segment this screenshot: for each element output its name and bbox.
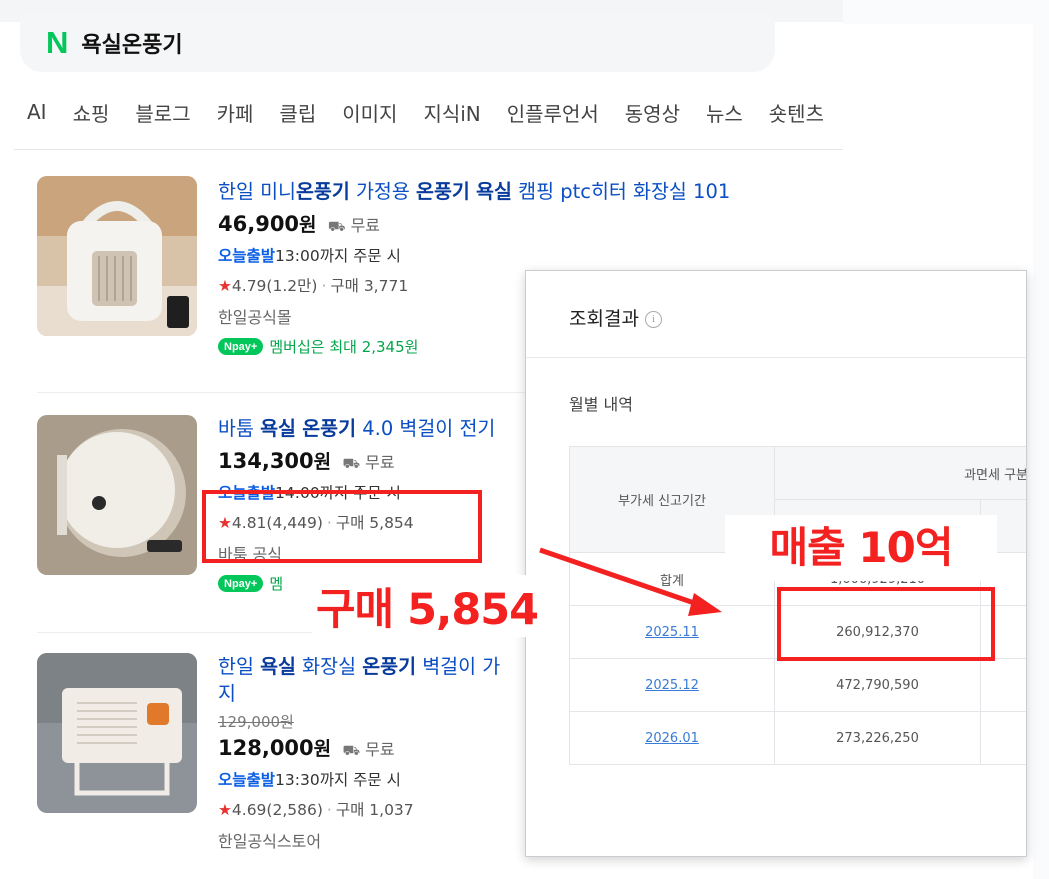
sales-label: 매출 10억 xyxy=(725,515,997,581)
shipping-info: ⛟ 무료 xyxy=(342,740,395,759)
shipping-info: ⛟ 무료 xyxy=(327,216,381,235)
period-cell: 2025.11 xyxy=(569,605,775,659)
delivery-info: 오늘출발13:00까지 주문 시 xyxy=(218,247,401,265)
truck-icon: ⛟ xyxy=(327,219,346,235)
delivery-info: 오늘출발13:30까지 주문 시 xyxy=(218,771,401,789)
period-link[interactable]: 2025.11 xyxy=(645,625,699,640)
table-row: 2026.01 273,226,250 xyxy=(569,711,1026,765)
popup-title: 조회결과 i xyxy=(569,304,662,331)
npay-icon: Npay + xyxy=(218,575,264,592)
tab-blog[interactable]: 블로그 xyxy=(135,98,190,127)
star-icon: ★ xyxy=(218,801,232,819)
truck-icon: ⛟ xyxy=(342,743,361,759)
product-title[interactable]: 바툼 욕실 온풍기 4.0 벽걸이 전기 xyxy=(218,415,495,442)
tab-image[interactable]: 이미지 xyxy=(342,98,397,127)
purchase-label: 구매 5,854 xyxy=(312,575,543,637)
sales-highlight-box xyxy=(777,587,995,661)
col-header: 과면세 구분 xyxy=(774,446,1026,500)
product-image[interactable] xyxy=(37,415,197,575)
tab-news[interactable]: 뉴스 xyxy=(706,98,743,127)
npay-icon: Npay + xyxy=(218,338,264,355)
store-name[interactable]: 한일공식스토어 xyxy=(218,828,500,852)
tab-ai[interactable]: AI xyxy=(27,100,47,124)
product-image[interactable] xyxy=(37,653,197,813)
monthly-label: 월별 내역 xyxy=(569,395,633,414)
rating-info: ★4.69(2,586) · 구매 1,037 xyxy=(218,801,414,819)
star-icon: ★ xyxy=(218,277,232,295)
product-price: 46,900원 ⛟ 무료 xyxy=(218,212,381,236)
original-price: 129,000원 xyxy=(218,713,294,731)
product-title-line2[interactable]: 지 xyxy=(218,680,500,707)
purchase-highlight-box xyxy=(202,490,482,563)
product-price: 128,000원 ⛟ 무료 xyxy=(218,736,395,760)
tab-influencer[interactable]: 인플루언서 xyxy=(507,98,599,127)
info-icon[interactable]: i xyxy=(644,311,662,328)
tab-cafe[interactable]: 카페 xyxy=(217,98,254,127)
product-image[interactable] xyxy=(37,176,197,336)
tab-clip[interactable]: 클립 xyxy=(279,98,316,127)
divider xyxy=(526,357,1026,358)
period-link[interactable]: 2026.01 xyxy=(645,731,699,746)
truck-icon: ⛟ xyxy=(342,456,361,472)
tab-shortents[interactable]: 숏텐츠 xyxy=(769,98,824,127)
tab-kin[interactable]: 지식iN xyxy=(423,98,480,127)
period-cell: 2025.12 xyxy=(569,658,775,712)
tab-divider xyxy=(14,149,843,150)
period-link[interactable]: 2025.12 xyxy=(645,678,699,693)
product-title[interactable]: 한일 욕실 화장실 온풍기 벽걸이 가 xyxy=(218,653,500,680)
tab-video[interactable]: 동영상 xyxy=(625,98,680,127)
search-tabs: AI 쇼핑 블로그 카페 클립 이미지 지식iN 인플루언서 동영상 뉴스 숏텐… xyxy=(0,92,843,132)
search-query[interactable]: 욕실온풍기 xyxy=(81,27,182,59)
tab-shopping[interactable]: 쇼핑 xyxy=(73,98,110,127)
shipping-info: ⛟ 무료 xyxy=(342,453,395,472)
amount-cell: 273,226,250 xyxy=(774,711,981,765)
table-row: 2025.12 472,790,590 xyxy=(569,658,1026,712)
product-price: 134,300원 ⛟ 무료 xyxy=(218,449,395,473)
product-title[interactable]: 한일 미니온풍기 가정용 온풍기 욕실 캠핑 ptc히터 화장실 101 xyxy=(218,178,730,205)
search-bar[interactable]: N 욕실온풍기 xyxy=(20,14,775,72)
naver-logo[interactable]: N xyxy=(46,25,68,61)
amount-cell: 472,790,590 xyxy=(774,658,981,712)
period-cell: 2026.01 xyxy=(569,711,775,765)
